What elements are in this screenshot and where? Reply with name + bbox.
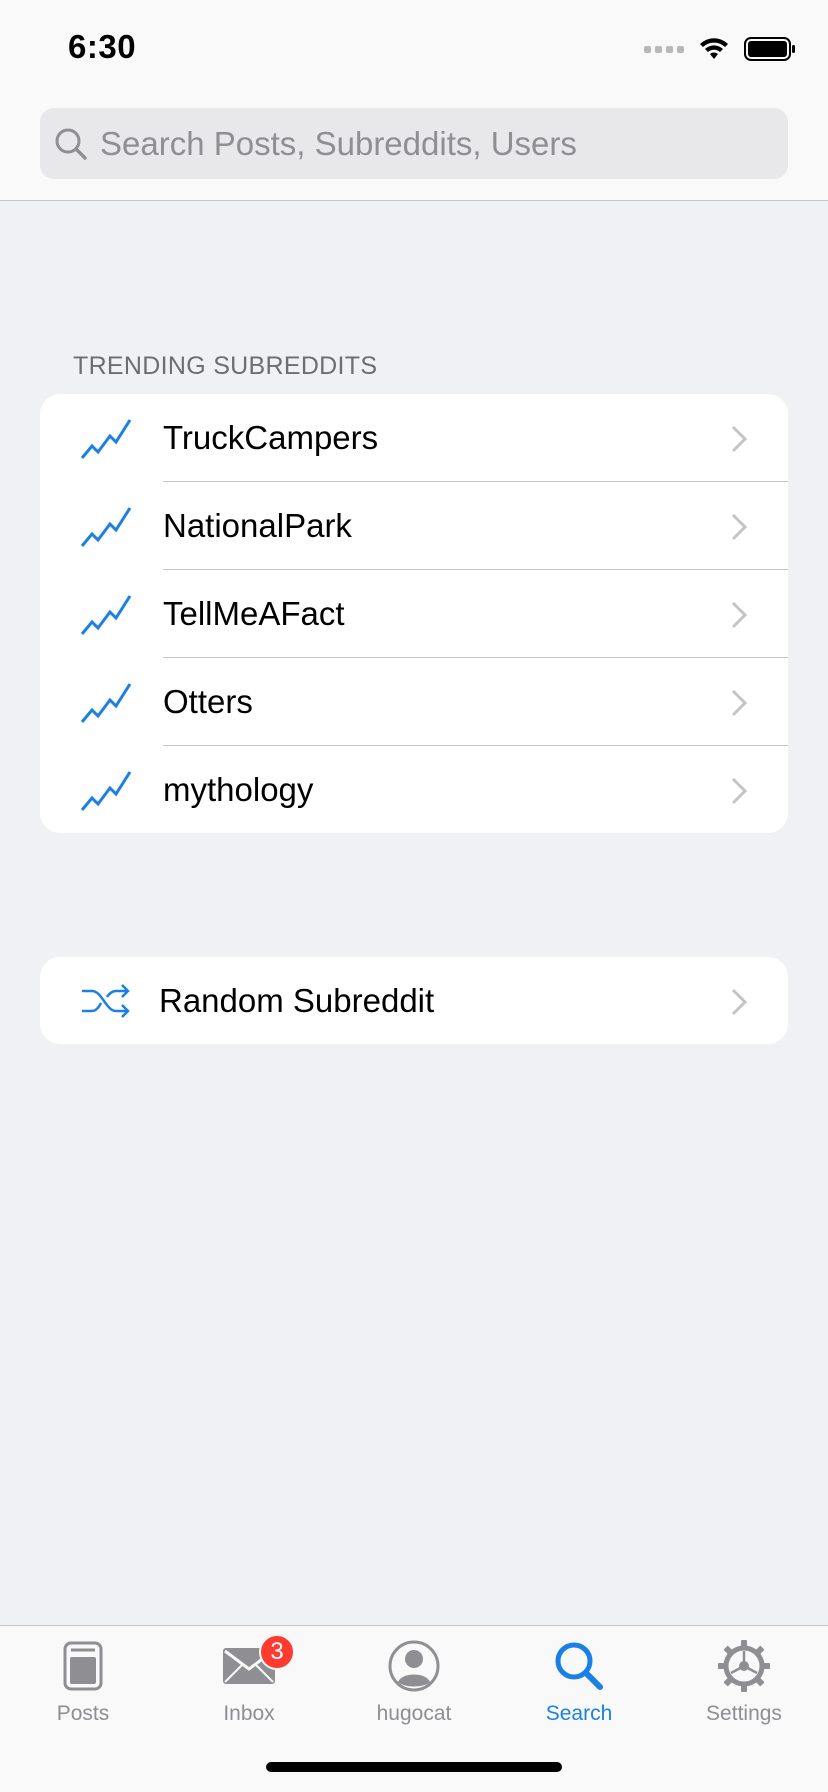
status-icons [644,34,796,64]
random-subreddit-list: Random Subreddit [40,957,788,1044]
tab-label: Inbox [223,1702,275,1725]
search-icon [54,127,88,161]
tab-label: hugocat [376,1702,452,1725]
trending-item-label: Otters [163,683,253,720]
tab-label: Posts [56,1702,110,1725]
chevron-right-icon [730,688,748,718]
tab-posts[interactable]: Posts [0,1626,166,1726]
battery-icon [744,36,796,62]
random-subreddit-label: Random Subreddit [159,982,435,1019]
header: 6:30 [0,0,828,201]
trending-up-icon [80,418,132,460]
trending-item-otters[interactable]: Otters [40,658,788,746]
trending-item-label: TellMeAFact [163,595,345,632]
tab-inbox[interactable]: 3 Inbox [166,1626,332,1726]
posts-icon [53,1638,113,1694]
random-subreddit-row[interactable]: Random Subreddit [40,957,788,1044]
trending-item-label: NationalPark [163,507,352,544]
tab-label: Search [545,1702,613,1725]
tab-profile[interactable]: hugocat [331,1626,497,1726]
tab-search[interactable]: Search [496,1626,662,1726]
search-icon [549,1638,609,1694]
status-time: 6:30 [68,28,137,65]
cellular-signal-icon [644,45,684,53]
trending-item-mythology[interactable]: mythology [40,746,788,833]
chevron-right-icon [730,987,748,1017]
tab-settings[interactable]: Settings [661,1626,827,1726]
trending-item-truckcampers[interactable]: TruckCampers [40,394,788,482]
trending-item-label: TruckCampers [163,419,379,456]
chevron-right-icon [730,424,748,454]
mail-icon: 3 [219,1634,295,1694]
search-bar[interactable] [40,108,788,179]
chevron-right-icon [730,600,748,630]
trending-up-icon [80,506,132,548]
shuffle-icon [80,983,132,1025]
wifi-icon [698,37,730,61]
trending-subreddits-list: TruckCampers NationalPark TellMeAFact Ot… [40,394,788,833]
home-indicator[interactable] [266,1762,562,1772]
profile-icon [384,1638,444,1694]
trending-up-icon [80,770,132,812]
trending-item-nationalpark[interactable]: NationalPark [40,482,788,570]
chevron-right-icon [730,776,748,806]
tab-label: Settings [706,1702,782,1725]
trending-item-label: mythology [163,771,314,808]
chevron-right-icon [730,512,748,542]
trending-section-header: TRENDING SUBREDDITS [73,352,378,380]
trending-up-icon [80,682,132,724]
trending-item-tellmeafact[interactable]: TellMeAFact [40,570,788,658]
search-screen: 6:30 Search Posts, Subreddits, Users TRE… [0,0,828,1792]
trending-up-icon [80,594,132,636]
inbox-badge: 3 [259,1634,295,1670]
search-input[interactable] [100,124,720,163]
gear-icon [714,1638,774,1694]
